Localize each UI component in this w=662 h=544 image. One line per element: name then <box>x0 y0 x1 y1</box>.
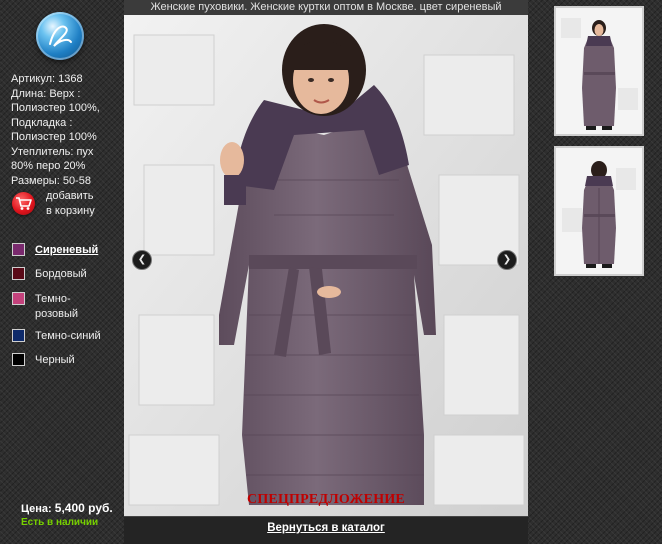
info-line: Полиэстер 100% <box>11 131 97 143</box>
special-offer-label: СПЕЦПРЕДЛОЖЕНИЕ <box>247 492 405 507</box>
info-line: Подкладка : <box>11 116 73 129</box>
add-to-cart-button[interactable]: добавить в корзину <box>12 188 122 220</box>
add-to-cart-label: добавить в корзину <box>46 190 95 217</box>
info-line: Артикул: 1368 <box>11 73 83 85</box>
next-image-button[interactable]: ❯ <box>497 250 517 270</box>
product-photo <box>124 15 528 516</box>
color-label: Черный <box>35 354 75 366</box>
color-swatch <box>12 243 25 256</box>
info-line: Длина: Верх : <box>11 87 81 100</box>
cart-icon <box>12 192 35 215</box>
product-info: Артикул: 1368 Длина: Верх : Полиэстер 10… <box>11 72 123 188</box>
info-line: Размеры: 50-58 <box>11 174 91 187</box>
bottom-bar: Вернуться в каталог <box>124 516 528 544</box>
thumbnail-front[interactable] <box>554 6 644 136</box>
info-line: 80% перо 20% <box>11 160 86 172</box>
logo-signature-icon <box>49 25 72 47</box>
color-swatch <box>12 329 25 342</box>
coat-model-image <box>124 15 528 516</box>
back-to-catalog-link[interactable]: Вернуться в каталог <box>124 522 528 534</box>
color-label: Темно-синий <box>35 330 101 342</box>
prev-image-button[interactable]: ❮ <box>132 250 152 270</box>
image-title: Женские пуховики. Женские куртки оптом в… <box>124 0 528 15</box>
info-line: Утеплитель: пух <box>11 145 94 158</box>
site-logo[interactable] <box>36 12 84 60</box>
chevron-right-icon: ❯ <box>502 254 512 265</box>
color-label: Темно- розовый <box>35 293 79 320</box>
color-label: Бордовый <box>35 268 87 280</box>
price: Цена: 5,400 руб. <box>21 501 113 515</box>
thumbnail-image <box>556 8 642 134</box>
color-label: Сиреневый <box>35 244 99 256</box>
price-value: 5,400 руб. <box>54 501 113 515</box>
color-swatch <box>12 267 25 280</box>
chevron-left-icon: ❮ <box>137 254 147 265</box>
color-swatch <box>12 353 25 366</box>
thumbnail-image <box>556 148 642 274</box>
thumbnail-back[interactable] <box>554 146 644 276</box>
price-label: Цена: <box>21 503 52 515</box>
color-swatch <box>12 292 25 305</box>
info-line: Полиэстер 100%, <box>11 102 100 114</box>
stock-status: Есть в наличии <box>21 517 99 528</box>
